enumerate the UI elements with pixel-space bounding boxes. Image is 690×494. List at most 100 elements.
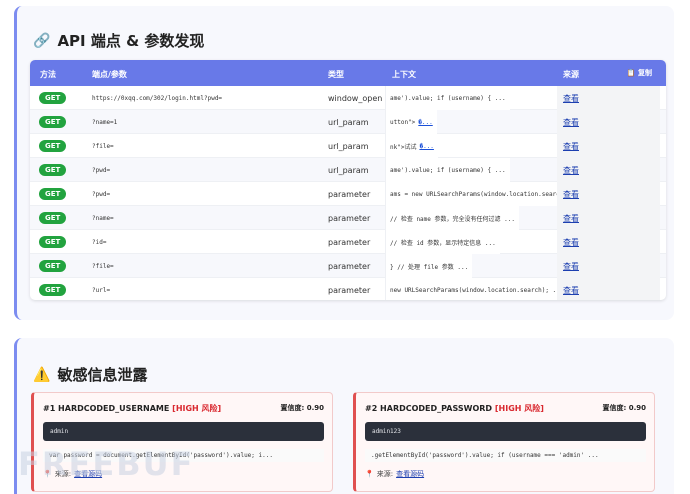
source-cell: 查看 [557, 158, 660, 182]
table-row: GET ?id= parameter // 检查 id 参数，显示特定信息 ... 查看 [30, 230, 666, 254]
method-cell: GET [39, 86, 67, 110]
type-cell: parameter [328, 189, 371, 199]
endpoint-cell: ?id= [92, 238, 107, 246]
table-row: GET ?name=1 url_param utton"> �... 查看 [30, 110, 666, 134]
source-cell: 查看 [557, 86, 660, 110]
method-cell: GET [39, 278, 67, 300]
context-text: nk">试试 [390, 143, 417, 151]
leak-code-snippet: .getElementById('password').value; if (u… [365, 449, 646, 462]
header-method: 方法 [40, 70, 56, 79]
get-badge: GET [39, 260, 67, 272]
api-endpoints-card: 🔗 API 端点 & 参数发现 方法 端点/参数 类型 上下文 来源 📋 复制 … [14, 6, 674, 320]
pin-icon: 📍 [43, 470, 52, 478]
risk-badge: [HIGH 风险] [494, 404, 544, 413]
view-source-link[interactable]: 查看源码 [396, 469, 424, 479]
leak-value: admin [43, 422, 324, 441]
leak-source-label: 来源: [54, 470, 72, 478]
endpoint-cell: ?url= [92, 286, 111, 294]
source-cell: 查看 [557, 134, 660, 158]
view-link[interactable]: 查看 [563, 285, 579, 296]
context-cell: // 检查 name 参数，完全没有任何过滤 ... [385, 206, 557, 230]
header-source: 来源 [563, 70, 579, 79]
context-cell: new URLSearchParams(window.location.sear… [385, 278, 557, 300]
endpoint-cell: ?name=1 [92, 118, 118, 126]
leak-title: #1 HARDCODED_USERNAME [HIGH 风险] [43, 403, 221, 414]
table-row: GET ?file= parameter} // 处理 file 参数 ... 查看 [30, 254, 666, 278]
view-link[interactable]: 查看 [563, 261, 579, 272]
header-context: 上下文 [392, 70, 416, 79]
context-cell: nk">试试 �... [385, 134, 557, 158]
risk-badge: [HIGH 风险] [172, 404, 222, 413]
table-row: GET ?pwd= parameter ams = new URLSearchPara… [30, 182, 666, 206]
leak-title-text: #2 HARDCODED_PASSWORD [365, 404, 493, 413]
view-link[interactable]: 查看 [563, 117, 579, 128]
leak-item: #2 HARDCODED_PASSWORD [HIGH 风险] 置信度: 0.9… [353, 392, 655, 492]
source-cell: 查看 [557, 110, 660, 134]
context-text: ams = new URLSearchParams(window.locatio… [390, 190, 557, 198]
context-cell: } // 处理 file 参数 ... [385, 254, 557, 278]
context-text: new URLSearchParams(window.location.sear… [390, 286, 557, 294]
leak-value: admin123 [365, 422, 646, 441]
view-link[interactable]: 查看 [563, 237, 579, 248]
leak-source: 📍 来源: 查看源码 [365, 469, 424, 479]
source-cell: 查看 [557, 230, 660, 254]
view-source-link[interactable]: 查看源码 [74, 469, 102, 479]
leak-source-label: 来源: [376, 470, 394, 478]
header-type: 类型 [328, 70, 344, 79]
context-text: ame').value; if (username) { ... [390, 166, 506, 174]
context-cell: ams = new URLSearchParams(window.locatio… [385, 182, 557, 206]
endpoint-cell: https://0xqq.com/302/login.html?pwd= [92, 94, 223, 102]
method-cell: GET [39, 254, 67, 278]
source-cell: 查看 [557, 182, 660, 206]
context-link[interactable]: �... [419, 143, 433, 150]
confidence-label: 置信度: 0.90 [280, 404, 324, 412]
source-cell: 查看 [557, 206, 660, 230]
get-badge: GET [39, 164, 67, 176]
sensitive-info-card: ⚠️ 敏感信息泄露 #1 HARDCODED_USERNAME [HIGH 风险… [14, 338, 674, 494]
sensitive-section-title: ⚠️ 敏感信息泄露 [33, 364, 147, 385]
api-section-title-text: API 端点 & 参数发现 [57, 32, 205, 50]
context-cell: utton"> �... [385, 110, 557, 134]
context-cell: ame').value; if (username) { ... [385, 86, 557, 110]
view-link[interactable]: 查看 [563, 141, 579, 152]
context-link[interactable]: �... [418, 119, 432, 126]
context-text: utton"> [390, 118, 416, 126]
sensitive-section-title-text: 敏感信息泄露 [57, 366, 148, 384]
endpoint-cell: ?name= [92, 214, 114, 222]
copy-button[interactable]: 📋 复制 [627, 68, 652, 78]
table-row: GET https://0xqq.com/302/login.html?pwd= w… [30, 86, 666, 110]
source-cell: 查看 [557, 254, 660, 278]
warning-icon: ⚠️ [33, 366, 51, 383]
endpoint-cell: ?file= [92, 142, 114, 150]
type-cell: url_param [328, 141, 369, 151]
leak-title-text: #1 HARDCODED_USERNAME [43, 404, 170, 413]
get-badge: GET [39, 212, 67, 224]
method-cell: GET [39, 206, 67, 230]
leak-source: 📍 来源: 查看源码 [43, 469, 102, 479]
table-row: GET ?pwd= url_param ame').value; if (userna… [30, 158, 666, 182]
view-link[interactable]: 查看 [563, 165, 579, 176]
leak-item: #1 HARDCODED_USERNAME [HIGH 风险] 置信度: 0.9… [31, 392, 333, 492]
endpoint-cell: ?pwd= [92, 190, 111, 198]
context-cell: // 检查 id 参数，显示特定信息 ... [385, 230, 557, 254]
view-link[interactable]: 查看 [563, 93, 579, 104]
view-link[interactable]: 查看 [563, 189, 579, 200]
method-cell: GET [39, 110, 67, 134]
table-header: 方法 端点/参数 类型 上下文 来源 📋 复制 [30, 60, 666, 86]
copy-button-label: 复制 [638, 69, 652, 77]
endpoint-cell: ?pwd= [92, 166, 111, 174]
type-cell: url_param [328, 165, 369, 175]
get-badge: GET [39, 236, 67, 248]
get-badge: GET [39, 116, 67, 128]
view-link[interactable]: 查看 [563, 213, 579, 224]
type-cell: window_open [328, 93, 383, 103]
get-badge: GET [39, 284, 67, 296]
leak-code-snippet: var password = document.getElementById('… [43, 449, 324, 462]
source-cell: 查看 [557, 278, 660, 300]
type-cell: url_param [328, 117, 369, 127]
context-text: } // 处理 file 参数 ... [390, 263, 469, 271]
get-badge: GET [39, 188, 67, 200]
get-badge: GET [39, 92, 67, 104]
table-row: GET ?name= parameter // 检查 name 参数，完全没有任何过滤… [30, 206, 666, 230]
api-section-title: 🔗 API 端点 & 参数发现 [33, 30, 204, 51]
